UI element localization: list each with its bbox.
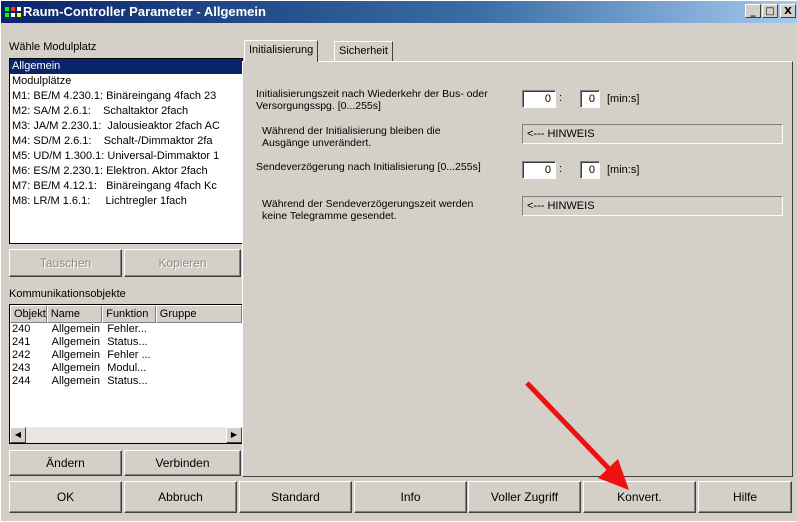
annotation-arrow-icon <box>525 381 629 490</box>
tab-initialisierung[interactable]: Initialisierung <box>244 40 319 62</box>
parameter-window: Raum-Controller Parameter - Allgemein _ … <box>0 0 797 521</box>
